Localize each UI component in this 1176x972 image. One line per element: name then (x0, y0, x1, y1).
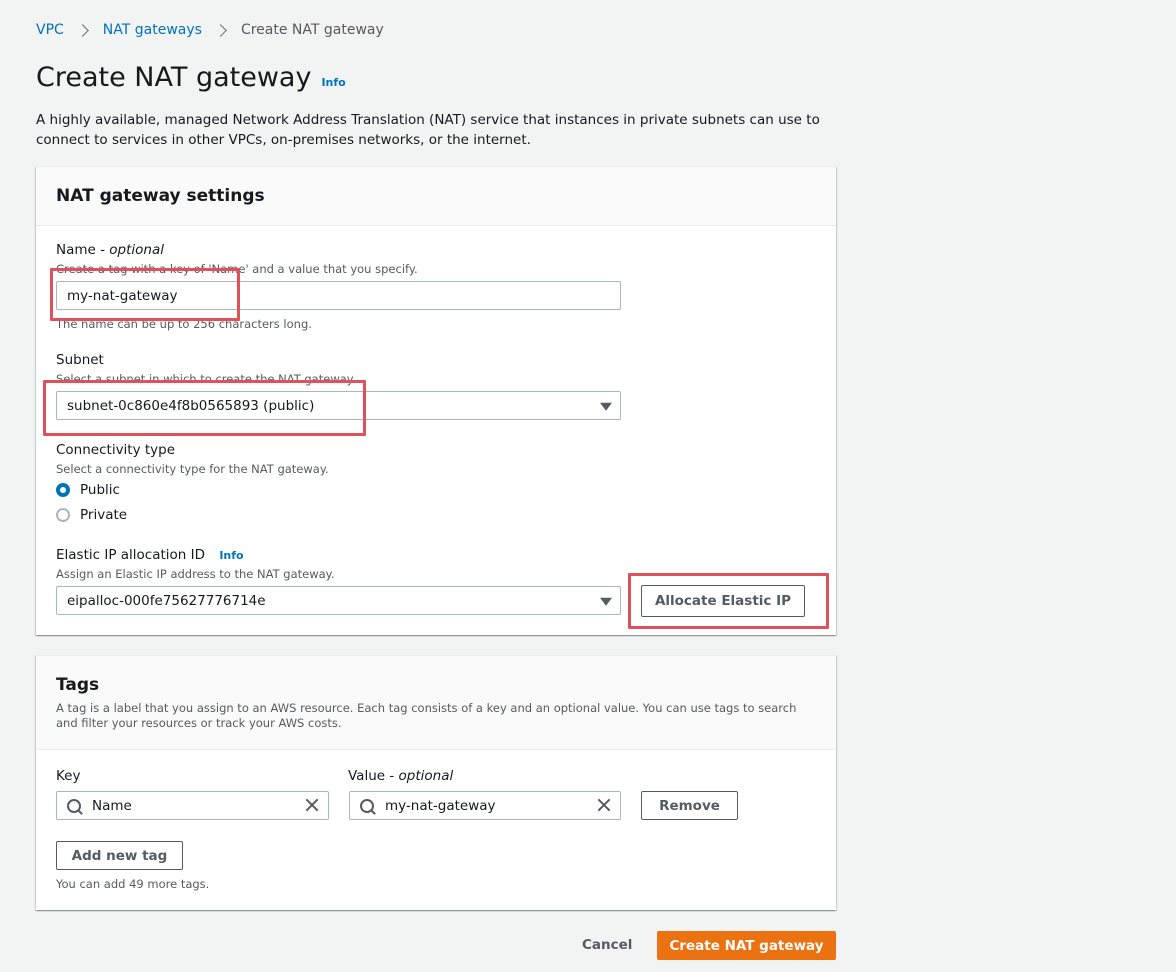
chevron-right-icon (214, 23, 227, 37)
tag-value-value: my-nat-gateway (385, 797, 496, 814)
chevron-right-icon (75, 23, 89, 37)
caret-down-icon (600, 597, 612, 606)
page-description: A highly available, managed Network Addr… (36, 112, 820, 148)
info-link[interactable]: Info (321, 76, 345, 89)
close-icon[interactable] (596, 797, 612, 813)
breadcrumb-nat-gateways[interactable]: NAT gateways (103, 22, 202, 38)
create-nat-gateway-button[interactable]: Create NAT gateway (657, 931, 836, 960)
eip-label-row: Elastic IP allocation ID Info (56, 547, 244, 563)
search-icon (360, 799, 374, 813)
eip-info-link[interactable]: Info (219, 549, 243, 562)
breadcrumb-current: Create NAT gateway (240, 22, 384, 38)
cancel-button[interactable]: Cancel (582, 937, 632, 953)
eip-select[interactable]: eipalloc-000fe75627776714e (56, 586, 621, 615)
radio-public-label: Public (80, 482, 120, 498)
tags-panel: Tags A tag is a label that you assign to… (36, 655, 836, 910)
caret-down-icon (600, 402, 612, 411)
page-title-row: Create NAT gateway Info (36, 62, 346, 93)
breadcrumb-vpc[interactable]: VPC (36, 22, 64, 38)
eip-value: eipalloc-000fe75627776714e (67, 592, 266, 609)
settings-header: NAT gateway settings (36, 167, 836, 226)
tags-limit-text: You can add 49 more tags. (56, 877, 210, 891)
eip-label: Elastic IP allocation ID (56, 547, 206, 563)
settings-title: NAT gateway settings (56, 186, 265, 206)
breadcrumb: VPC NAT gateways Create NAT gateway (36, 20, 384, 40)
tag-key-input[interactable]: Name (56, 791, 329, 820)
radio-option-public[interactable]: Public (56, 482, 120, 498)
highlight-subnet-select (43, 380, 366, 436)
search-icon (67, 799, 81, 813)
radio-option-private[interactable]: Private (56, 507, 127, 523)
tags-title: Tags (56, 675, 100, 695)
name-label: Name - optional (56, 242, 165, 258)
tag-value-label: Value - optional (348, 768, 454, 784)
tag-value-input[interactable]: my-nat-gateway (349, 791, 621, 820)
highlight-name-input (50, 268, 240, 321)
tag-key-label: Key (56, 768, 81, 784)
tags-header: Tags A tag is a label that you assign to… (36, 656, 836, 750)
radio-public[interactable] (56, 483, 70, 497)
eip-description: Assign an Elastic IP address to the NAT … (56, 567, 335, 581)
tag-key-value: Name (92, 797, 132, 814)
radio-private[interactable] (56, 508, 70, 522)
add-new-tag-button[interactable]: Add new tag (56, 841, 183, 870)
highlight-allocate-button (628, 573, 829, 629)
connectivity-description: Select a connectivity type for the NAT g… (56, 462, 329, 476)
page-title: Create NAT gateway (36, 62, 312, 93)
tags-description: A tag is a label that you assign to an A… (56, 701, 797, 730)
subnet-label: Subnet (56, 352, 104, 368)
connectivity-label: Connectivity type (56, 442, 176, 458)
close-icon[interactable] (304, 797, 320, 813)
radio-private-label: Private (80, 507, 128, 523)
remove-tag-button[interactable]: Remove (641, 791, 738, 820)
